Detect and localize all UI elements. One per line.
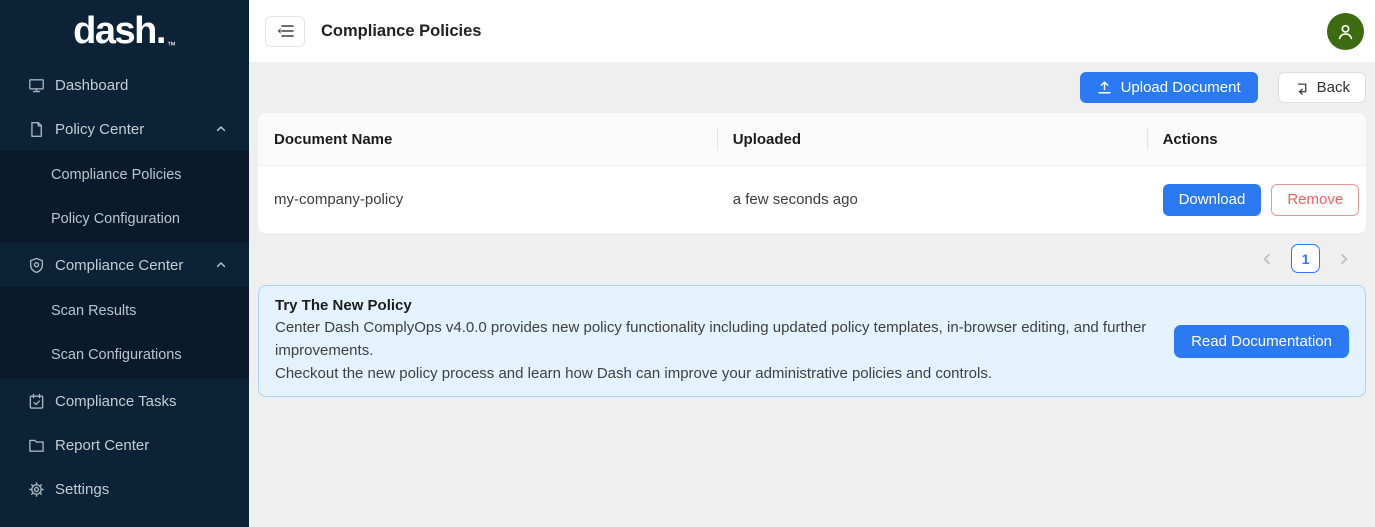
banner-text: Try The New Policy Center Dash ComplyOps… bbox=[275, 297, 1150, 385]
sidebar-item-label: Report Center bbox=[55, 437, 149, 454]
read-documentation-button[interactable]: Read Documentation bbox=[1174, 325, 1349, 358]
shield-icon bbox=[28, 257, 45, 274]
chevron-right-icon bbox=[1337, 252, 1351, 266]
sidebar-collapse-button[interactable] bbox=[265, 16, 305, 47]
monitor-icon bbox=[28, 77, 45, 94]
back-button[interactable]: Back bbox=[1278, 72, 1366, 103]
cell-actions: Download Remove bbox=[1147, 184, 1366, 216]
user-icon bbox=[1334, 20, 1357, 43]
app-root: dash. ™ Dashboard Policy Center bbox=[0, 0, 1375, 527]
banner-body-line-2: Checkout the new policy process and lear… bbox=[275, 363, 1150, 386]
app-logo-text: dash. bbox=[73, 10, 165, 53]
upload-document-label: Upload Document bbox=[1121, 79, 1241, 96]
pagination-next-button[interactable] bbox=[1337, 252, 1351, 266]
sidebar-item-report-center[interactable]: Report Center bbox=[0, 423, 249, 467]
documents-table: Document Name Uploaded Actions my-compan… bbox=[258, 113, 1366, 233]
gear-icon bbox=[28, 481, 45, 498]
sidebar-item-label: Compliance Center bbox=[55, 257, 183, 274]
sidebar-item-label: Scan Configurations bbox=[51, 347, 182, 363]
sidebar-item-compliance-center[interactable]: Compliance Center bbox=[0, 243, 249, 287]
column-header-uploaded: Uploaded bbox=[717, 113, 1147, 165]
download-button[interactable]: Download bbox=[1163, 184, 1262, 216]
user-avatar[interactable] bbox=[1327, 13, 1364, 50]
column-header-actions: Actions bbox=[1147, 113, 1366, 165]
info-banner: Try The New Policy Center Dash ComplyOps… bbox=[258, 285, 1366, 397]
remove-button[interactable]: Remove bbox=[1271, 184, 1359, 216]
sidebar-item-settings[interactable]: Settings bbox=[0, 467, 249, 511]
upload-icon bbox=[1097, 80, 1112, 95]
sidebar-item-label: Scan Results bbox=[51, 303, 136, 319]
app-logo[interactable]: dash. ™ bbox=[0, 0, 249, 63]
folder-icon bbox=[28, 437, 45, 454]
trademark-symbol: ™ bbox=[167, 40, 176, 50]
main-area: Compliance Policies Upload Document bbox=[249, 0, 1375, 527]
policy-center-submenu: Compliance Policies Policy Configuration bbox=[0, 151, 249, 243]
toolbar: Upload Document Back bbox=[258, 72, 1366, 103]
back-icon bbox=[1294, 81, 1308, 95]
page-title: Compliance Policies bbox=[321, 22, 481, 41]
cell-document-name: my-company-policy bbox=[258, 191, 717, 208]
sidebar-item-label: Compliance Policies bbox=[51, 167, 182, 183]
upload-document-button[interactable]: Upload Document bbox=[1080, 72, 1258, 103]
sidebar-item-label: Policy Center bbox=[55, 121, 144, 138]
sidebar-item-label: Compliance Tasks bbox=[55, 393, 176, 410]
pagination-prev-button[interactable] bbox=[1260, 252, 1274, 266]
sidebar-item-scan-configurations[interactable]: Scan Configurations bbox=[0, 333, 249, 377]
table-row: my-company-policy a few seconds ago Down… bbox=[258, 165, 1366, 233]
calendar-check-icon bbox=[28, 393, 45, 410]
back-label: Back bbox=[1317, 79, 1350, 96]
sidebar: dash. ™ Dashboard Policy Center bbox=[0, 0, 249, 527]
banner-title: Try The New Policy bbox=[275, 297, 1150, 314]
sidebar-item-label: Settings bbox=[55, 481, 109, 498]
sidebar-item-scan-results[interactable]: Scan Results bbox=[0, 289, 249, 333]
chevron-up-icon bbox=[215, 123, 227, 135]
sidebar-item-label: Policy Configuration bbox=[51, 211, 180, 227]
sidebar-item-policy-configuration[interactable]: Policy Configuration bbox=[0, 197, 249, 241]
cell-uploaded: a few seconds ago bbox=[717, 191, 1147, 208]
sidebar-item-compliance-policies[interactable]: Compliance Policies bbox=[0, 153, 249, 197]
content-area: Upload Document Back Document Name Uploa… bbox=[249, 62, 1375, 527]
sidebar-item-label: Dashboard bbox=[55, 77, 128, 94]
column-header-document-name: Document Name bbox=[258, 113, 717, 165]
pagination: 1 bbox=[258, 244, 1366, 273]
chevron-up-icon bbox=[215, 259, 227, 271]
banner-body-line-1: Center Dash ComplyOps v4.0.0 provides ne… bbox=[275, 317, 1150, 363]
file-icon bbox=[28, 121, 45, 138]
sidebar-item-compliance-tasks[interactable]: Compliance Tasks bbox=[0, 379, 249, 423]
chevron-left-icon bbox=[1260, 252, 1274, 266]
sidebar-item-dashboard[interactable]: Dashboard bbox=[0, 63, 249, 107]
pagination-page-1[interactable]: 1 bbox=[1291, 244, 1320, 273]
top-header: Compliance Policies bbox=[249, 0, 1375, 62]
sidebar-item-policy-center[interactable]: Policy Center bbox=[0, 107, 249, 151]
menu-fold-icon bbox=[276, 24, 294, 38]
table-header-row: Document Name Uploaded Actions bbox=[258, 113, 1366, 165]
compliance-center-submenu: Scan Results Scan Configurations bbox=[0, 287, 249, 379]
sidebar-nav: Dashboard Policy Center Compliance Polic… bbox=[0, 63, 249, 511]
